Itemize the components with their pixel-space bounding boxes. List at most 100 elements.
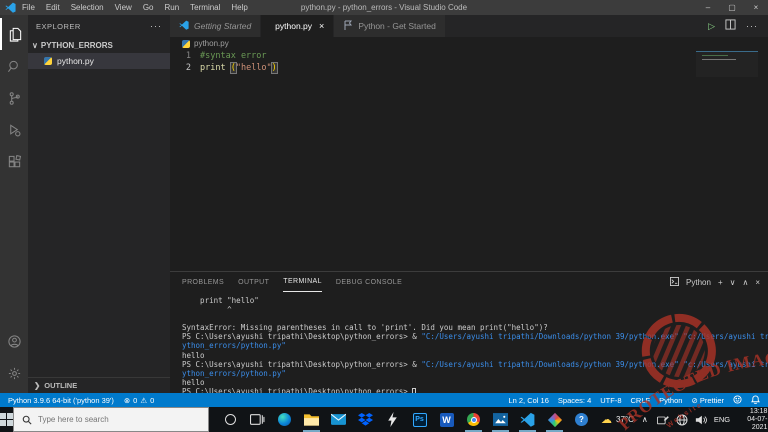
file-name: python.py [57,56,94,66]
code-line: 2 print ("hello") [170,62,768,74]
search-input[interactable] [38,415,208,424]
token: print [200,63,231,73]
panel-tab-terminal[interactable]: TERMINAL [283,272,322,292]
status-utf-8[interactable]: UTF-8 [600,396,621,405]
terminal-content[interactable]: print "hello" ^ SyntaxError: Missing par… [170,292,768,396]
maximize-panel-icon[interactable]: ∧ [742,278,748,287]
status-spaces-4[interactable]: Spaces: 4 [558,396,591,405]
explorer-more-actions[interactable]: ··· [150,21,162,31]
search-icon[interactable] [0,50,28,82]
volume-icon[interactable] [695,414,707,426]
code-line: 1 #syntax error [170,50,768,62]
status-ln-2-col-16[interactable]: Ln 2, Col 16 [508,396,548,405]
tab-label: Getting Started [194,21,252,31]
tab-close-icon[interactable]: × [319,21,324,31]
status--prettier[interactable]: ⊘ Prettier [691,396,724,405]
word-icon[interactable]: W [433,407,460,432]
python-interpreter-status[interactable]: Python 3.9.6 64-bit ('python 39') [8,396,114,405]
folder-python-errors[interactable]: ∨ PYTHON_ERRORS [28,37,170,53]
panel-tab-debug-console[interactable]: DEBUG CONSOLE [336,272,402,292]
extensions-icon[interactable] [0,146,28,178]
tab-getting-started[interactable]: Getting Started [170,15,262,37]
restore-button[interactable]: ▢ [720,3,744,12]
panel-header: PROBLEMS OUTPUT TERMINAL DEBUG CONSOLE Pyth… [170,272,768,292]
explorer-icon[interactable] [0,18,28,50]
menu-view[interactable]: View [115,3,132,12]
more-actions-icon[interactable]: ··· [746,21,758,31]
explorer-title: EXPLORER [36,21,81,31]
tab-label: python.py [275,21,313,31]
error-icon: ⊗ [123,395,131,405]
menu-run[interactable]: Run [164,3,179,12]
menu-bar: File Edit Selection View Go Run Terminal Help [22,3,248,12]
shell-selector[interactable]: Python [686,278,711,287]
bell-icon[interactable] [751,394,760,406]
tab-bar: Getting Started python.py × Python - Get St… [170,15,768,37]
split-editor-icon[interactable] [725,17,736,35]
status-python[interactable]: Python [659,396,682,405]
run-python-file-button[interactable]: ▷ [708,21,715,32]
close-panel-icon[interactable]: × [755,278,760,287]
line-number: 2 [185,63,191,73]
terminal-dropdown-icon[interactable]: ∨ [730,278,736,287]
hidden-icons-chevron-icon[interactable]: ∧ [640,415,650,424]
photoshop-icon[interactable]: Ps [406,407,433,432]
clock[interactable]: 13:18 04-07-2021 [737,408,768,432]
task-view-icon[interactable] [244,407,271,432]
tab-python-get-started[interactable]: Python - Get Started [334,15,446,37]
pen-input-icon[interactable] [656,414,669,426]
problems-status[interactable]: ⊗ 0 ⚠ 0 [124,396,154,405]
title-bar: File Edit Selection View Go Run Terminal Help p… [0,0,768,15]
vscode-window: File Edit Selection View Go Run Terminal Help p… [0,0,768,432]
menu-go[interactable]: Go [143,3,154,12]
new-terminal-icon[interactable]: + [718,278,723,287]
menu-edit[interactable]: Edit [46,3,60,12]
chrome-icon[interactable] [460,407,487,432]
status-crlf[interactable]: CRLF [631,396,651,405]
minimap[interactable] [696,51,758,77]
close-button[interactable]: × [744,3,768,12]
mail-icon[interactable] [325,407,352,432]
terminal-line: ^ [182,305,768,314]
code-editor[interactable]: 1 #syntax error 2 print ("hello") [170,50,768,271]
diamond-icon[interactable] [541,407,568,432]
weather-cloud-icon: ☁ [601,414,612,426]
terminal-line: hello [182,351,768,360]
settings-gear-icon[interactable] [0,357,28,389]
network-globe-icon[interactable] [676,414,688,426]
run-debug-icon[interactable] [0,114,28,146]
vscode-icon[interactable] [514,407,541,432]
help-icon[interactable]: ? [568,407,595,432]
start-button[interactable] [0,407,13,432]
tab-label: Python - Get Started [358,21,436,31]
menu-file[interactable]: File [22,3,35,12]
photos-icon[interactable] [487,407,514,432]
menu-terminal[interactable]: Terminal [190,3,220,12]
feedback-icon[interactable] [733,394,742,406]
file-item-python.py[interactable]: python.py [28,53,170,69]
dropbox-icon[interactable] [352,407,379,432]
terminal-text: ython_errors/python.py" [182,341,286,351]
edge-icon[interactable] [271,407,298,432]
terminal-text: hello [182,377,205,387]
language-indicator[interactable]: ENG [714,415,730,424]
taskbar-search[interactable] [13,407,209,432]
cortana-icon[interactable] [217,407,244,432]
tab-python-py[interactable]: python.py × [261,15,335,37]
lightning-icon[interactable] [379,407,406,432]
terminal-text: "C:/Users/ayushi tripathi/Downloads/pyth… [421,359,768,369]
minimize-button[interactable]: – [696,3,720,12]
breadcrumb[interactable]: python.py [170,37,768,50]
source-control-icon[interactable] [0,82,28,114]
outline-section[interactable]: ❯ OUTLINE [28,377,170,393]
menu-help[interactable]: Help [231,3,247,12]
explorer-sidebar: EXPLORER ··· ∨ PYTHON_ERRORS python.py ❯… [28,15,170,393]
menu-selection[interactable]: Selection [71,3,104,12]
panel-tab-output[interactable]: OUTPUT [238,272,269,292]
accounts-icon[interactable] [0,325,28,357]
weather-widget[interactable]: ☁ 37°C [595,407,640,432]
file-explorer-icon[interactable] [298,407,325,432]
chevron-right-icon: ❯ [34,381,41,390]
panel-tab-problems[interactable]: PROBLEMS [182,272,224,292]
